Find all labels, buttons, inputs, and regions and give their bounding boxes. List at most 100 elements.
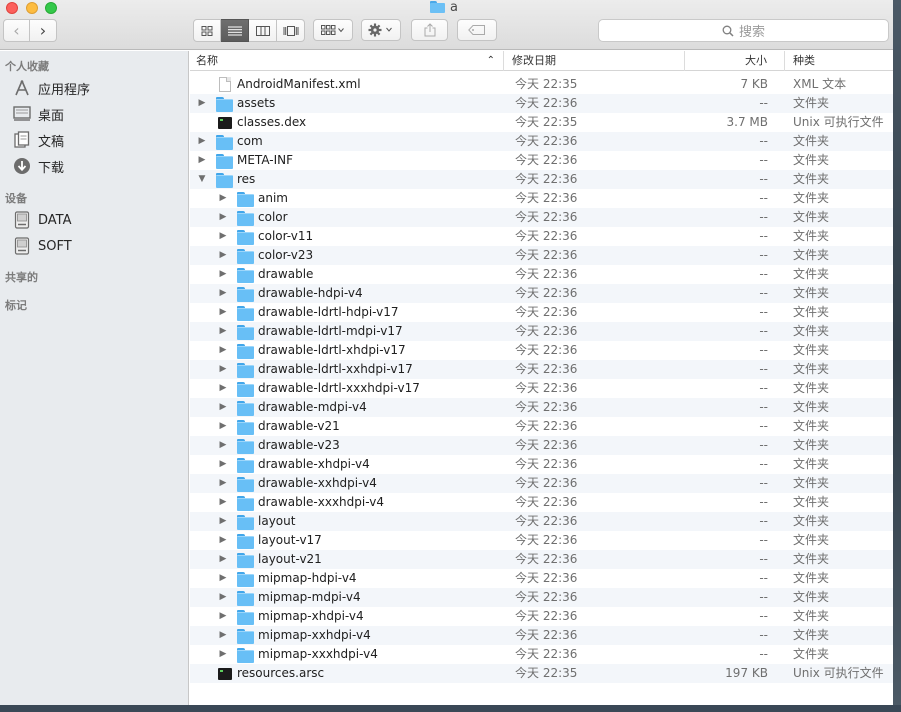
table-row[interactable]: ▶ mipmap-xhdpi-v4 今天 22:36 -- 文件夹 <box>190 607 893 626</box>
disclosure-collapsed-icon[interactable]: ▶ <box>197 151 207 170</box>
disclosure-collapsed-icon[interactable]: ▶ <box>218 531 228 550</box>
folder-icon <box>237 457 254 473</box>
column-kind[interactable]: 种类 <box>784 51 893 71</box>
table-row[interactable]: ▶ assets 今天 22:36 -- 文件夹 <box>190 94 893 113</box>
table-row[interactable]: ▶ mipmap-xxhdpi-v4 今天 22:36 -- 文件夹 <box>190 626 893 645</box>
table-row[interactable]: ▶ drawable-xxhdpi-v4 今天 22:36 -- 文件夹 <box>190 474 893 493</box>
file-size: -- <box>759 153 768 167</box>
disclosure-expanded-icon[interactable]: ▼ <box>197 170 207 189</box>
disclosure-collapsed-icon[interactable]: ▶ <box>218 227 228 246</box>
table-row[interactable]: ▶ drawable-ldrtl-xxhdpi-v17 今天 22:36 -- 文件夹 <box>190 360 893 379</box>
table-row[interactable]: ▶ drawable-mdpi-v4 今天 22:36 -- 文件夹 <box>190 398 893 417</box>
disclosure-collapsed-icon[interactable]: ▶ <box>218 246 228 265</box>
folder-icon <box>237 476 254 492</box>
disclosure-collapsed-icon[interactable]: ▶ <box>218 398 228 417</box>
table-row[interactable]: ▶ mipmap-hdpi-v4 今天 22:36 -- 文件夹 <box>190 569 893 588</box>
disclosure-collapsed-icon[interactable]: ▶ <box>218 189 228 208</box>
search-field[interactable]: 搜索 <box>598 19 889 42</box>
disclosure-collapsed-icon[interactable]: ▶ <box>218 512 228 531</box>
table-row[interactable]: ▶ drawable-v21 今天 22:36 -- 文件夹 <box>190 417 893 436</box>
share-button[interactable] <box>411 19 448 41</box>
file-size: 197 KB <box>725 666 768 680</box>
disclosure-collapsed-icon[interactable]: ▶ <box>218 607 228 626</box>
folder-icon <box>237 229 254 245</box>
table-row[interactable]: ▶ color-v11 今天 22:36 -- 文件夹 <box>190 227 893 246</box>
zoom-window-button[interactable] <box>45 2 57 14</box>
table-row[interactable]: classes.dex 今天 22:35 3.7 MB Unix 可执行文件 <box>190 113 893 132</box>
table-row[interactable]: ▶ com 今天 22:36 -- 文件夹 <box>190 132 893 151</box>
table-row[interactable]: ▶ drawable 今天 22:36 -- 文件夹 <box>190 265 893 284</box>
disclosure-collapsed-icon[interactable]: ▶ <box>218 303 228 322</box>
table-row[interactable]: ▶ layout-v21 今天 22:36 -- 文件夹 <box>190 550 893 569</box>
sidebar-item-桌面[interactable]: 桌面 <box>12 103 64 125</box>
disclosure-collapsed-icon[interactable]: ▶ <box>218 626 228 645</box>
coverflow-view-button[interactable] <box>277 19 305 42</box>
disclosure-collapsed-icon[interactable]: ▶ <box>218 341 228 360</box>
arrange-button[interactable] <box>313 19 353 41</box>
table-row[interactable]: ▶ color 今天 22:36 -- 文件夹 <box>190 208 893 227</box>
sidebar-item-应用程序[interactable]: 应用程序 <box>12 77 90 99</box>
table-row[interactable]: ▶ mipmap-xxxhdpi-v4 今天 22:36 -- 文件夹 <box>190 645 893 664</box>
column-name[interactable]: 名称 ⌃ <box>190 51 503 71</box>
table-row[interactable]: ▶ color-v23 今天 22:36 -- 文件夹 <box>190 246 893 265</box>
disclosure-collapsed-icon[interactable]: ▶ <box>218 588 228 607</box>
file-kind: 文件夹 <box>793 400 830 414</box>
table-row[interactable]: ▶ META-INF 今天 22:36 -- 文件夹 <box>190 151 893 170</box>
disclosure-collapsed-icon[interactable]: ▶ <box>218 265 228 284</box>
disclosure-collapsed-icon[interactable]: ▶ <box>218 379 228 398</box>
disclosure-collapsed-icon[interactable]: ▶ <box>218 493 228 512</box>
table-row[interactable]: ▶ drawable-v23 今天 22:36 -- 文件夹 <box>190 436 893 455</box>
table-row[interactable]: ▶ drawable-xhdpi-v4 今天 22:36 -- 文件夹 <box>190 455 893 474</box>
sidebar-item-下载[interactable]: 下载 <box>12 155 64 177</box>
table-row[interactable]: ▶ drawable-ldrtl-xhdpi-v17 今天 22:36 -- 文件夹 <box>190 341 893 360</box>
close-window-button[interactable] <box>6 2 18 14</box>
file-size: -- <box>759 210 768 224</box>
table-row[interactable]: ▶ mipmap-mdpi-v4 今天 22:36 -- 文件夹 <box>190 588 893 607</box>
action-button[interactable] <box>361 19 401 41</box>
tag-button[interactable] <box>457 19 497 41</box>
disclosure-collapsed-icon[interactable]: ▶ <box>218 208 228 227</box>
disclosure-collapsed-icon[interactable]: ▶ <box>218 474 228 493</box>
disclosure-collapsed-icon[interactable]: ▶ <box>218 436 228 455</box>
minimize-window-button[interactable] <box>26 2 38 14</box>
forward-button[interactable]: › <box>30 19 57 42</box>
desktop-edge-bottom <box>0 705 901 712</box>
table-row[interactable]: ▶ anim 今天 22:36 -- 文件夹 <box>190 189 893 208</box>
disclosure-collapsed-icon[interactable]: ▶ <box>197 132 207 151</box>
sidebar-item-文稿[interactable]: 文稿 <box>12 129 64 151</box>
file-kind: 文件夹 <box>793 628 830 642</box>
table-row[interactable]: ▶ drawable-hdpi-v4 今天 22:36 -- 文件夹 <box>190 284 893 303</box>
disclosure-collapsed-icon[interactable]: ▶ <box>218 417 228 436</box>
folder-icon <box>237 419 254 435</box>
disclosure-collapsed-icon[interactable]: ▶ <box>218 455 228 474</box>
sidebar-item-data[interactable]: DATA <box>12 209 72 231</box>
column-size[interactable]: 大小 <box>684 51 775 71</box>
disclosure-collapsed-icon[interactable]: ▶ <box>218 550 228 569</box>
column-date[interactable]: 修改日期 <box>503 51 684 71</box>
disclosure-collapsed-icon[interactable]: ▶ <box>218 645 228 664</box>
icon-view-button[interactable] <box>193 19 221 42</box>
folder-icon <box>237 248 254 264</box>
column-header: 名称 ⌃ 修改日期 大小 种类 <box>190 51 893 71</box>
navigation-buttons: ‹ › <box>3 19 58 42</box>
disclosure-collapsed-icon[interactable]: ▶ <box>218 322 228 341</box>
table-row[interactable]: resources.arsc 今天 22:35 197 KB Unix 可执行文件 <box>190 664 893 683</box>
modified-date: 今天 22:36 <box>515 419 578 433</box>
file-kind: 文件夹 <box>793 476 830 490</box>
table-row[interactable]: ▶ drawable-xxxhdpi-v4 今天 22:36 -- 文件夹 <box>190 493 893 512</box>
table-row[interactable]: ▶ drawable-ldrtl-xxxhdpi-v17 今天 22:36 -- 文件夹 <box>190 379 893 398</box>
sidebar-item-soft[interactable]: SOFT <box>12 235 72 257</box>
back-button[interactable]: ‹ <box>3 19 30 42</box>
list-view-button[interactable] <box>221 19 249 42</box>
disclosure-collapsed-icon[interactable]: ▶ <box>218 284 228 303</box>
disclosure-collapsed-icon[interactable]: ▶ <box>218 569 228 588</box>
table-row[interactable]: ▶ layout 今天 22:36 -- 文件夹 <box>190 512 893 531</box>
disclosure-collapsed-icon[interactable]: ▶ <box>218 360 228 379</box>
table-row[interactable]: ▶ drawable-ldrtl-hdpi-v17 今天 22:36 -- 文件夹 <box>190 303 893 322</box>
table-row[interactable]: ▼ res 今天 22:36 -- 文件夹 <box>190 170 893 189</box>
table-row[interactable]: AndroidManifest.xml 今天 22:35 7 KB XML 文本 <box>190 75 893 94</box>
table-row[interactable]: ▶ layout-v17 今天 22:36 -- 文件夹 <box>190 531 893 550</box>
disclosure-collapsed-icon[interactable]: ▶ <box>197 94 207 113</box>
column-view-button[interactable] <box>249 19 277 42</box>
table-row[interactable]: ▶ drawable-ldrtl-mdpi-v17 今天 22:36 -- 文件夹 <box>190 322 893 341</box>
